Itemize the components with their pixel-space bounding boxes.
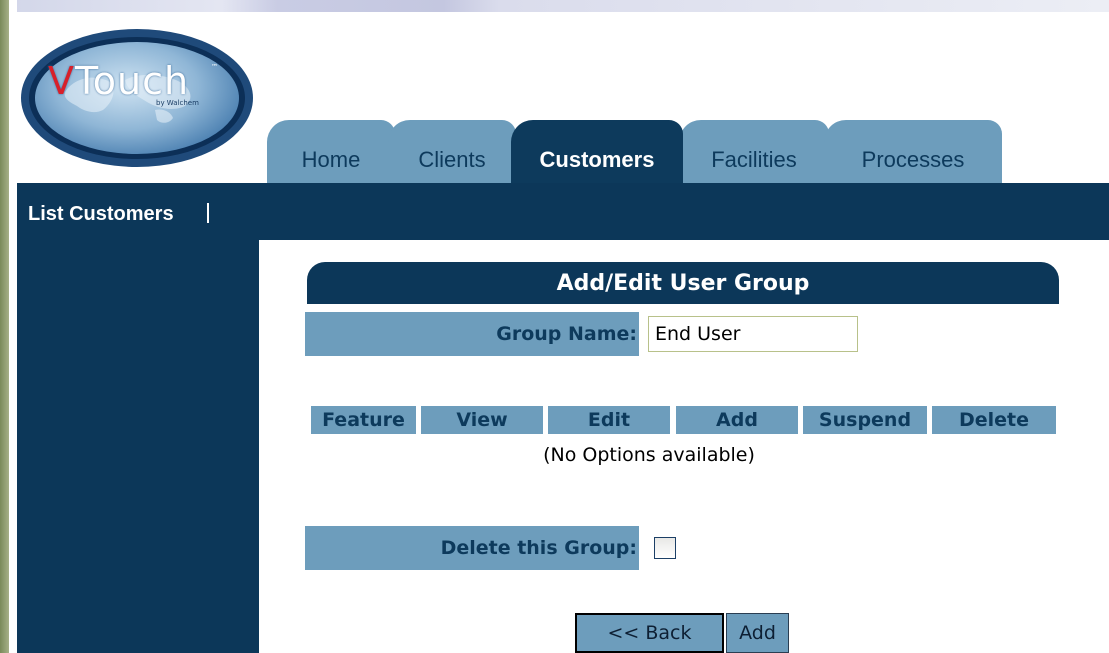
tab-facilities-label: Facilities: [711, 147, 797, 172]
column-header-suspend: Suspend: [803, 406, 927, 434]
main-content: Add/Edit User Group Group Name: Feature …: [259, 240, 1109, 653]
tab-processes[interactable]: Processes: [824, 120, 1002, 183]
no-options-message: (No Options available): [543, 444, 755, 466]
logo-byline: by Walchem: [156, 99, 199, 107]
tab-customers-label: Customers: [539, 147, 655, 172]
left-frame-border: [0, 0, 9, 653]
logo-trademark: ™: [211, 63, 218, 71]
column-header-edit: Edit: [548, 406, 670, 434]
sidebar: [17, 240, 259, 653]
delete-group-checkbox[interactable]: [654, 537, 676, 559]
app-window: VTouch ™ by Walchem Home Clients Custome…: [0, 0, 1109, 653]
vtouch-logo[interactable]: VTouch ™ by Walchem: [21, 29, 253, 167]
add-button[interactable]: Add: [726, 613, 789, 653]
group-name-label: Group Name:: [305, 312, 639, 356]
delete-group-label: Delete this Group:: [305, 526, 639, 570]
column-header-add: Add: [676, 406, 798, 434]
column-header-view: View: [421, 406, 543, 434]
tab-home[interactable]: Home: [267, 120, 395, 183]
tab-home-label: Home: [301, 147, 361, 172]
tab-customers[interactable]: Customers: [511, 120, 683, 183]
group-name-input[interactable]: [648, 316, 858, 352]
browser-top-strip: [0, 0, 1109, 12]
logo-wordmark: VTouch: [48, 61, 189, 101]
sub-nav-bar: List Customers: [17, 183, 1109, 240]
tab-clients[interactable]: Clients: [388, 120, 516, 183]
tab-facilities[interactable]: Facilities: [679, 120, 829, 183]
nav-separator: [207, 203, 209, 223]
tab-processes-label: Processes: [861, 147, 965, 172]
header: VTouch ™ by Walchem Home Clients Custome…: [17, 12, 1109, 183]
logo-v-letter: V: [48, 59, 75, 103]
logo-touch-text: Touch: [75, 59, 190, 103]
main-tabs: Home Clients Customers Facilities Proces…: [267, 120, 1027, 183]
column-header-feature: Feature: [311, 406, 416, 434]
column-header-delete: Delete: [932, 406, 1056, 434]
list-customers-link[interactable]: List Customers: [28, 202, 174, 226]
form-title: Add/Edit User Group: [307, 262, 1059, 304]
tab-clients-label: Clients: [418, 147, 486, 172]
left-frame-gap: [9, 0, 17, 653]
back-button[interactable]: << Back: [575, 613, 724, 653]
